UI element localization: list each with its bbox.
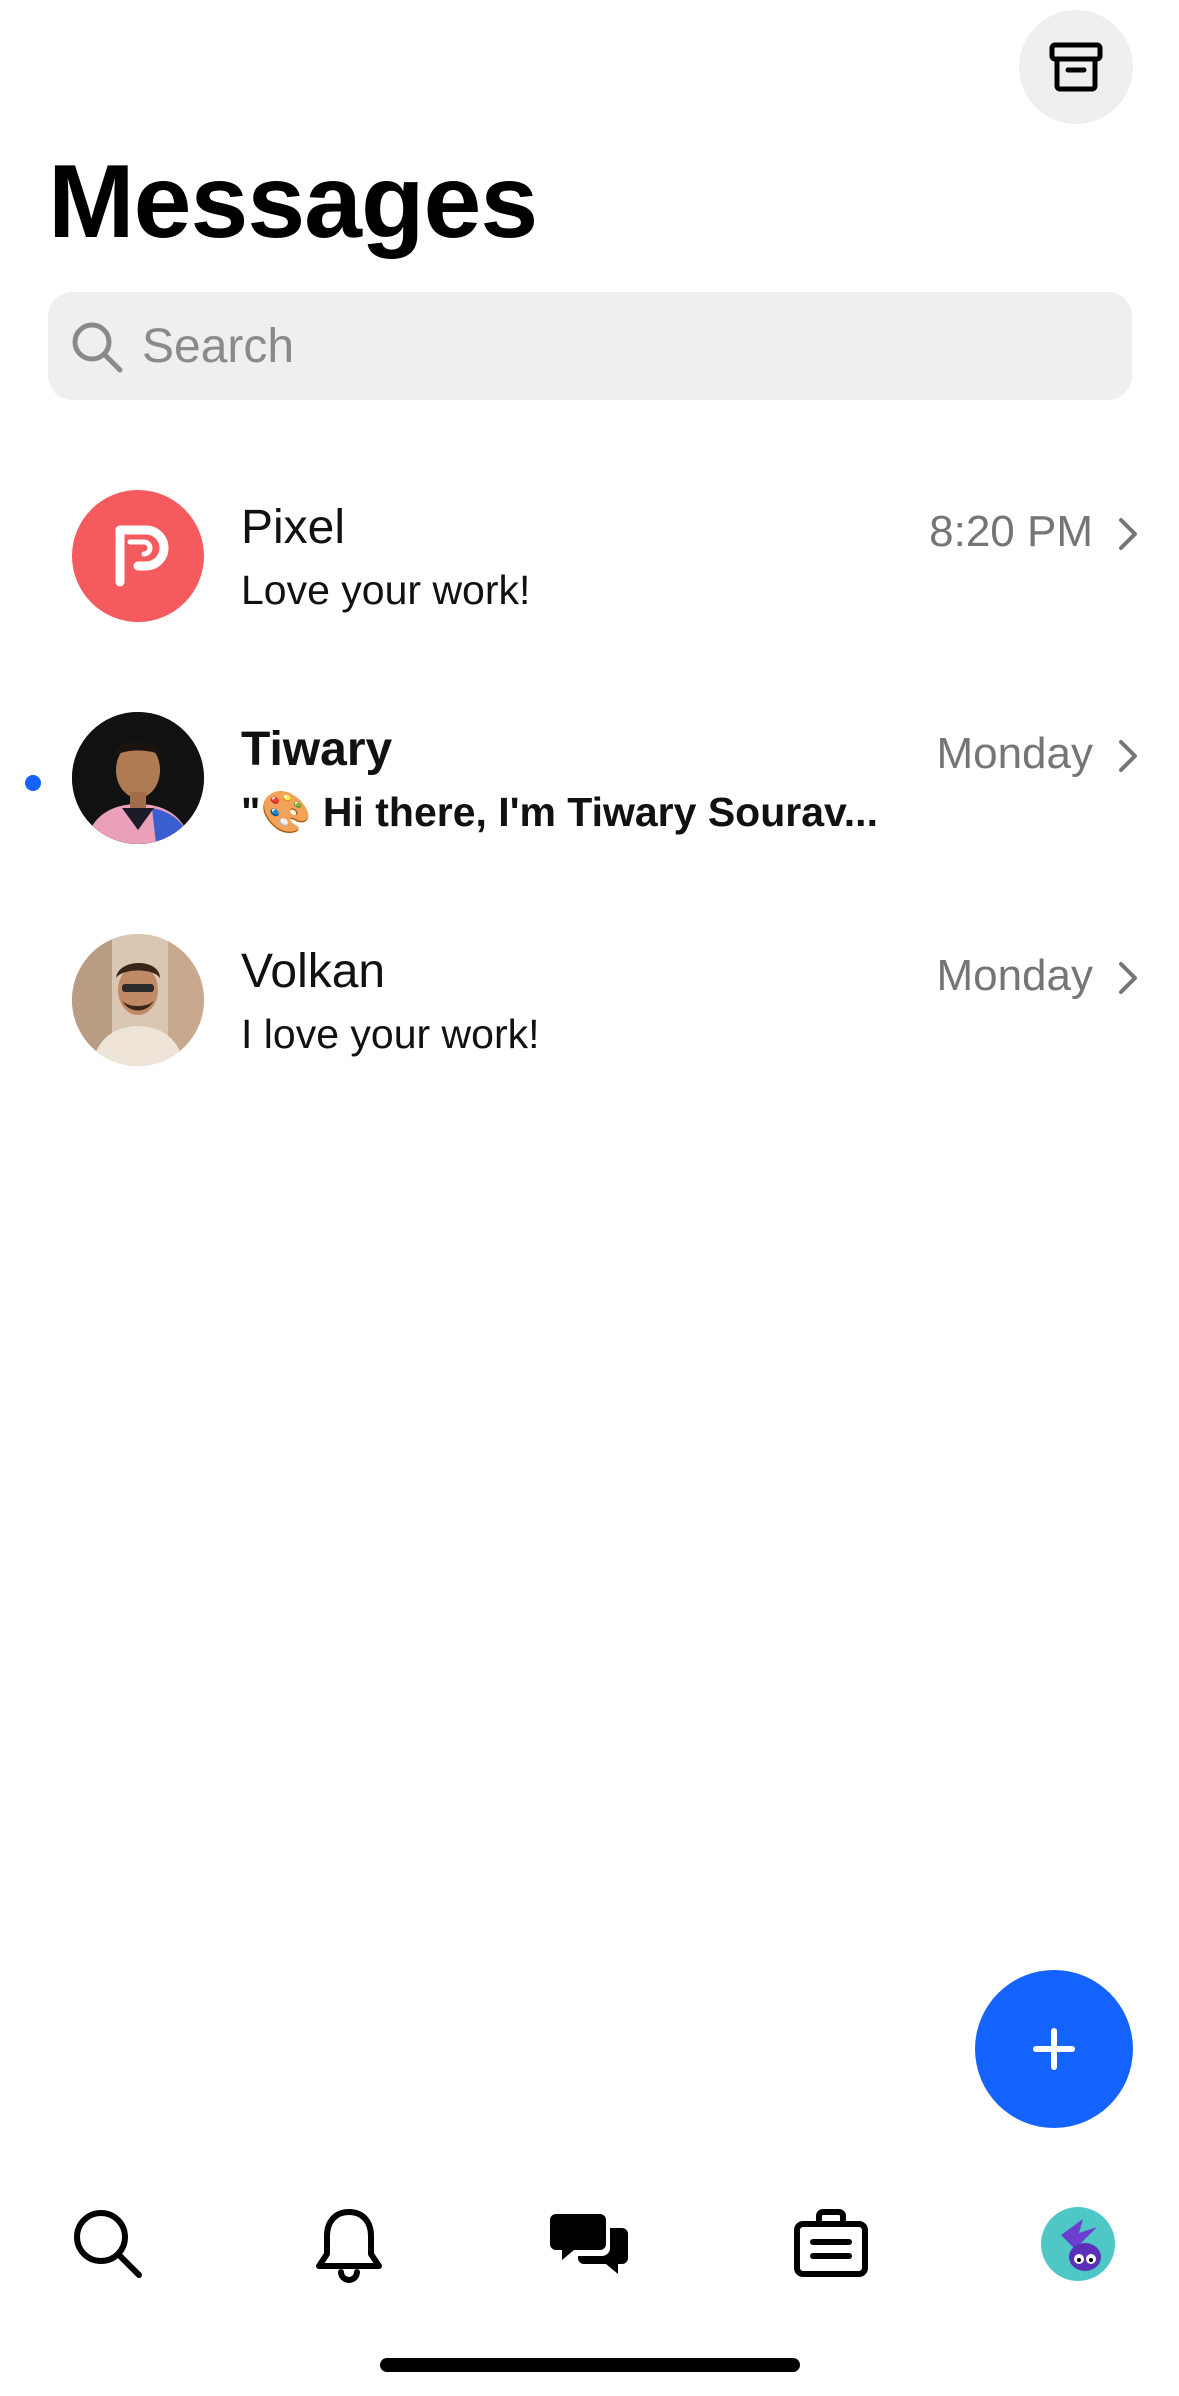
bell-icon <box>316 2209 382 2283</box>
conversation-preview: I love your work! <box>241 1011 540 1057</box>
conversation-row-tiwary[interactable]: Tiwary Monday "🎨 Hi there, I'm Tiwary So… <box>0 680 1179 902</box>
chevron-right-icon <box>1119 740 1137 772</box>
bottom-tab-bar <box>0 2180 1179 2300</box>
chat-bubbles-icon <box>550 2214 628 2274</box>
chevron-right-icon <box>1119 518 1137 550</box>
archive-button[interactable] <box>1019 10 1133 124</box>
conversation-name: Tiwary <box>241 723 393 776</box>
tab-notifications[interactable] <box>301 2196 397 2292</box>
tab-search[interactable] <box>60 2196 156 2292</box>
unread-indicator <box>25 775 41 791</box>
archive-box-icon <box>1049 42 1103 92</box>
conversation-preview: Love your work! <box>241 567 531 613</box>
pixel-logo-icon <box>115 525 169 587</box>
conversation-time: 8:20 PM <box>929 507 1093 556</box>
tab-jobs[interactable] <box>783 2196 879 2292</box>
tab-messages[interactable] <box>542 2196 638 2292</box>
briefcase-icon <box>794 2209 868 2277</box>
user-photo-avatar <box>72 934 204 1066</box>
conversation-time: Monday <box>936 951 1093 1000</box>
search-bar[interactable] <box>48 292 1132 400</box>
conversation-name: Pixel <box>241 501 346 554</box>
new-message-button[interactable] <box>975 1970 1133 2128</box>
search-icon <box>72 322 123 373</box>
conversation-list: Pixel 8:20 PM Love your work! Tiwary Mon… <box>0 458 1179 1124</box>
profile-avatar <box>1041 2207 1115 2281</box>
chevron-right-icon <box>1119 962 1137 994</box>
conversation-time: Monday <box>936 729 1093 778</box>
page-title: Messages <box>48 144 538 260</box>
avatar-photo-tiwary <box>72 712 204 844</box>
tab-profile[interactable] <box>1030 2196 1126 2292</box>
conversation-preview: "🎨 Hi there, I'm Tiwary Sourav... <box>241 789 878 835</box>
conversation-row-pixel[interactable]: Pixel 8:20 PM Love your work! <box>0 458 1179 680</box>
avatar-photo-volkan <box>72 934 204 1066</box>
user-photo-avatar <box>72 712 204 844</box>
conversation-name: Volkan <box>241 945 386 998</box>
search-icon <box>74 2210 142 2278</box>
search-input[interactable] <box>142 292 1102 400</box>
pixel-logo-avatar <box>72 490 204 622</box>
conversation-row-volkan[interactable]: Volkan Monday I love your work! <box>0 902 1179 1124</box>
home-indicator <box>380 2358 800 2372</box>
plus-icon <box>1033 2028 1075 2070</box>
